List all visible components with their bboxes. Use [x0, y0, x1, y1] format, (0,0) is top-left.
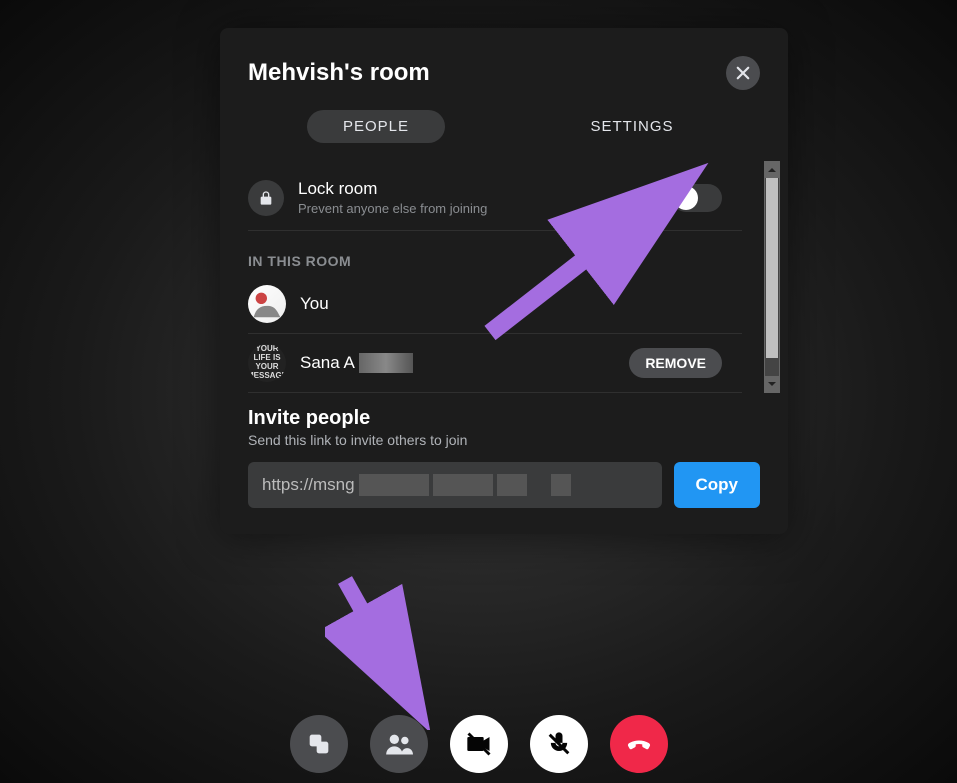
invite-title: Invite people — [248, 407, 760, 430]
lock-room-toggle[interactable] — [672, 184, 722, 212]
end-call-button[interactable] — [610, 715, 668, 773]
camera-off-icon — [465, 730, 493, 758]
remove-participant-button[interactable]: REMOVE — [629, 348, 722, 378]
call-controls-bar — [0, 695, 957, 783]
people-icon — [385, 730, 413, 758]
participant-name: You — [300, 294, 722, 314]
room-settings-dialog: Mehvish's room PEOPLE SETTINGS Lock room… — [220, 28, 788, 534]
in-this-room-label: IN THIS ROOM — [248, 231, 760, 275]
invite-subtitle: Send this link to invite others to join — [248, 432, 760, 448]
scrollbar-down-arrow-icon[interactable] — [765, 376, 779, 392]
invite-section: Invite people Send this link to invite o… — [220, 393, 788, 508]
avatar — [248, 285, 286, 323]
scrollbar-thumb[interactable] — [766, 178, 778, 358]
scrollbar[interactable] — [764, 161, 780, 393]
toggle-knob — [674, 186, 698, 210]
participant-row: You — [248, 275, 742, 334]
lock-room-subtitle: Prevent anyone else from joining — [298, 201, 658, 216]
dialog-tabs: PEOPLE SETTINGS — [220, 102, 788, 145]
camera-off-button[interactable] — [450, 715, 508, 773]
share-screen-icon — [305, 730, 333, 758]
avatar: YOUR LIFE IS YOUR MESSAGE — [248, 344, 286, 382]
mic-off-button[interactable] — [530, 715, 588, 773]
tab-settings[interactable]: SETTINGS — [504, 108, 760, 145]
lock-room-title: Lock room — [298, 179, 658, 199]
participant-name: Sana A — [300, 353, 615, 373]
close-icon — [736, 66, 750, 80]
end-call-icon — [625, 730, 653, 758]
redacted-text — [497, 474, 527, 496]
tab-people[interactable]: PEOPLE — [248, 108, 504, 145]
dialog-scroll-area: Lock room Prevent anyone else from joini… — [220, 161, 788, 393]
redacted-text — [433, 474, 493, 496]
invite-link-input[interactable]: https://msng — [248, 462, 662, 508]
lock-room-row: Lock room Prevent anyone else from joini… — [248, 161, 742, 231]
dialog-header: Mehvish's room — [220, 56, 788, 102]
participants-button[interactable] — [370, 715, 428, 773]
dialog-title: Mehvish's room — [248, 59, 430, 87]
participant-row: YOUR LIFE IS YOUR MESSAGE Sana A REMOVE — [248, 334, 742, 393]
share-screen-button[interactable] — [290, 715, 348, 773]
lock-icon — [248, 180, 284, 216]
redacted-text — [551, 474, 571, 496]
redacted-text — [359, 353, 413, 373]
copy-link-button[interactable]: Copy — [674, 462, 761, 508]
scrollbar-up-arrow-icon[interactable] — [765, 162, 779, 178]
close-button[interactable] — [726, 56, 760, 90]
mic-off-icon — [545, 730, 573, 758]
redacted-text — [359, 474, 429, 496]
